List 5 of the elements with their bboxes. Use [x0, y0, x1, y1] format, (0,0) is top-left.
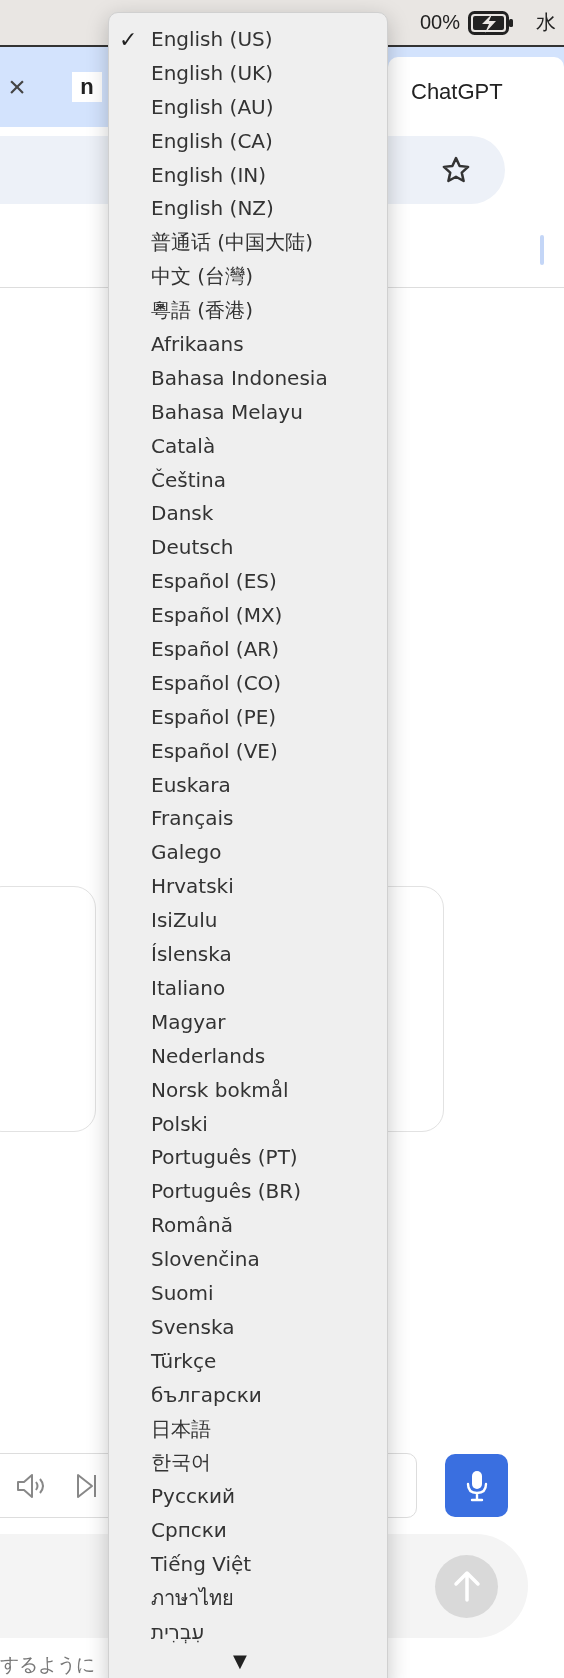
checkmark-icon: ✓	[119, 23, 138, 57]
battery-percentage: 00%	[419, 11, 460, 34]
site-favicon: n	[72, 72, 102, 102]
clock-text: 水	[536, 10, 556, 35]
disclaimer-text: するように	[0, 1653, 95, 1677]
